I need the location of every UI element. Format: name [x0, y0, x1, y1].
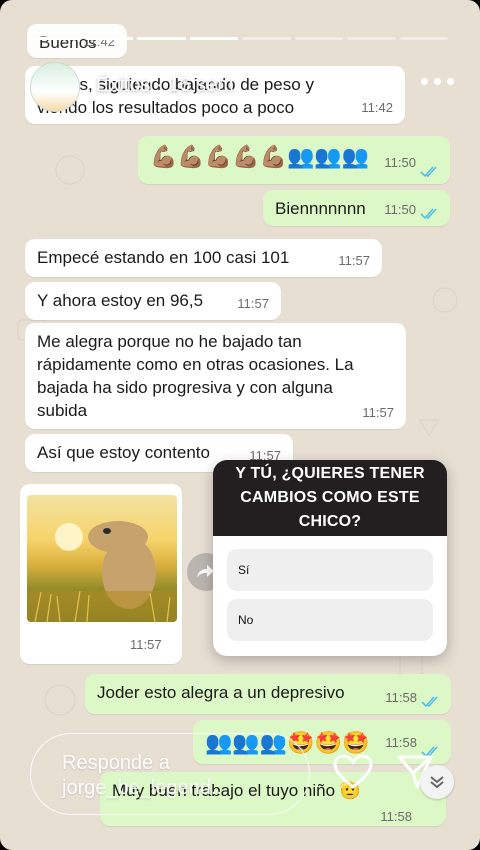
illustration-capybara: [27, 521, 177, 622]
message-time: 11:57: [130, 637, 162, 652]
story-progress-bar: [32, 37, 448, 40]
message-time: 11:42: [83, 34, 115, 49]
read-ticks-icon: [420, 208, 437, 220]
pause-icon[interactable]: [366, 70, 386, 94]
message-text: Y ahora estoy en 96,5: [37, 291, 204, 310]
message-text: Así que estoy contento: [37, 443, 210, 462]
more-icon[interactable]: [421, 78, 454, 85]
message-bubble: 💪🏽💪🏽💪🏽💪🏽💪🏽👥👥👥 11:50: [138, 136, 450, 184]
poll-option-si[interactable]: Sí: [227, 549, 433, 591]
poll-sticker: Y TÚ, ¿QUIERES TENER CAMBIOS COMO ESTE C…: [213, 460, 447, 656]
message-text: Empecé estando en 100 casi 101: [37, 248, 290, 267]
reply-placeholder: Responde a jorge_be_legend...: [62, 752, 228, 799]
progress-segment: [347, 37, 396, 40]
message-text: Biennnnnnn: [275, 199, 366, 218]
read-ticks-icon: [420, 166, 437, 178]
story-title: Éxitos · 16 sem: [96, 74, 234, 96]
progress-segment: [399, 37, 448, 40]
message-bubble: Biennnnnnn 11:50: [263, 190, 450, 226]
message-time: 11:58: [380, 809, 412, 824]
read-ticks-icon: [421, 696, 438, 708]
progress-segment: [189, 37, 238, 40]
progress-segment: [84, 37, 133, 40]
message-time: 11:57: [237, 296, 269, 311]
poll-option-no[interactable]: No: [227, 599, 433, 641]
progress-segment: [242, 37, 291, 40]
message-time: 11:58: [385, 690, 417, 705]
progress-segment: [32, 37, 81, 40]
story-header: Éxitos · 16 sem: [26, 58, 460, 112]
message-time: 11:50: [384, 155, 416, 170]
message-bubble: Joder esto alegra a un depresivo 11:58: [85, 674, 451, 714]
message-text: Joder esto alegra a un depresivo: [97, 683, 345, 702]
message-time: 11:57: [338, 253, 370, 268]
chevron-down-icon[interactable]: [420, 765, 454, 799]
message-bubble: Me alegra porque no he bajado tan rápida…: [25, 323, 406, 429]
message-bubble: Y ahora estoy en 96,5 11:57: [25, 282, 281, 320]
message-time: 11:50: [384, 202, 416, 217]
message-text: Me alegra porque no he bajado tan rápida…: [37, 332, 354, 420]
progress-segment: [137, 37, 186, 40]
avatar[interactable]: [30, 62, 80, 112]
message-text: 💪🏽💪🏽💪🏽💪🏽💪🏽👥👥👥: [150, 144, 370, 169]
heart-icon[interactable]: [333, 754, 373, 795]
message-bubble: Empecé estando en 100 casi 101 11:57: [25, 239, 382, 277]
progress-segment: [294, 37, 343, 40]
message-bubble: Buenos 11:42: [27, 24, 127, 58]
story-viewer: Buenos 11:42 3 años, siguiendo bajando d…: [0, 0, 480, 850]
poll-question: Y TÚ, ¿QUIERES TENER CAMBIOS COMO ESTE C…: [213, 460, 447, 536]
reply-input[interactable]: Responde a jorge_be_legend...: [30, 733, 310, 815]
message-time: 11:57: [362, 405, 394, 420]
shared-image[interactable]: [27, 495, 177, 622]
